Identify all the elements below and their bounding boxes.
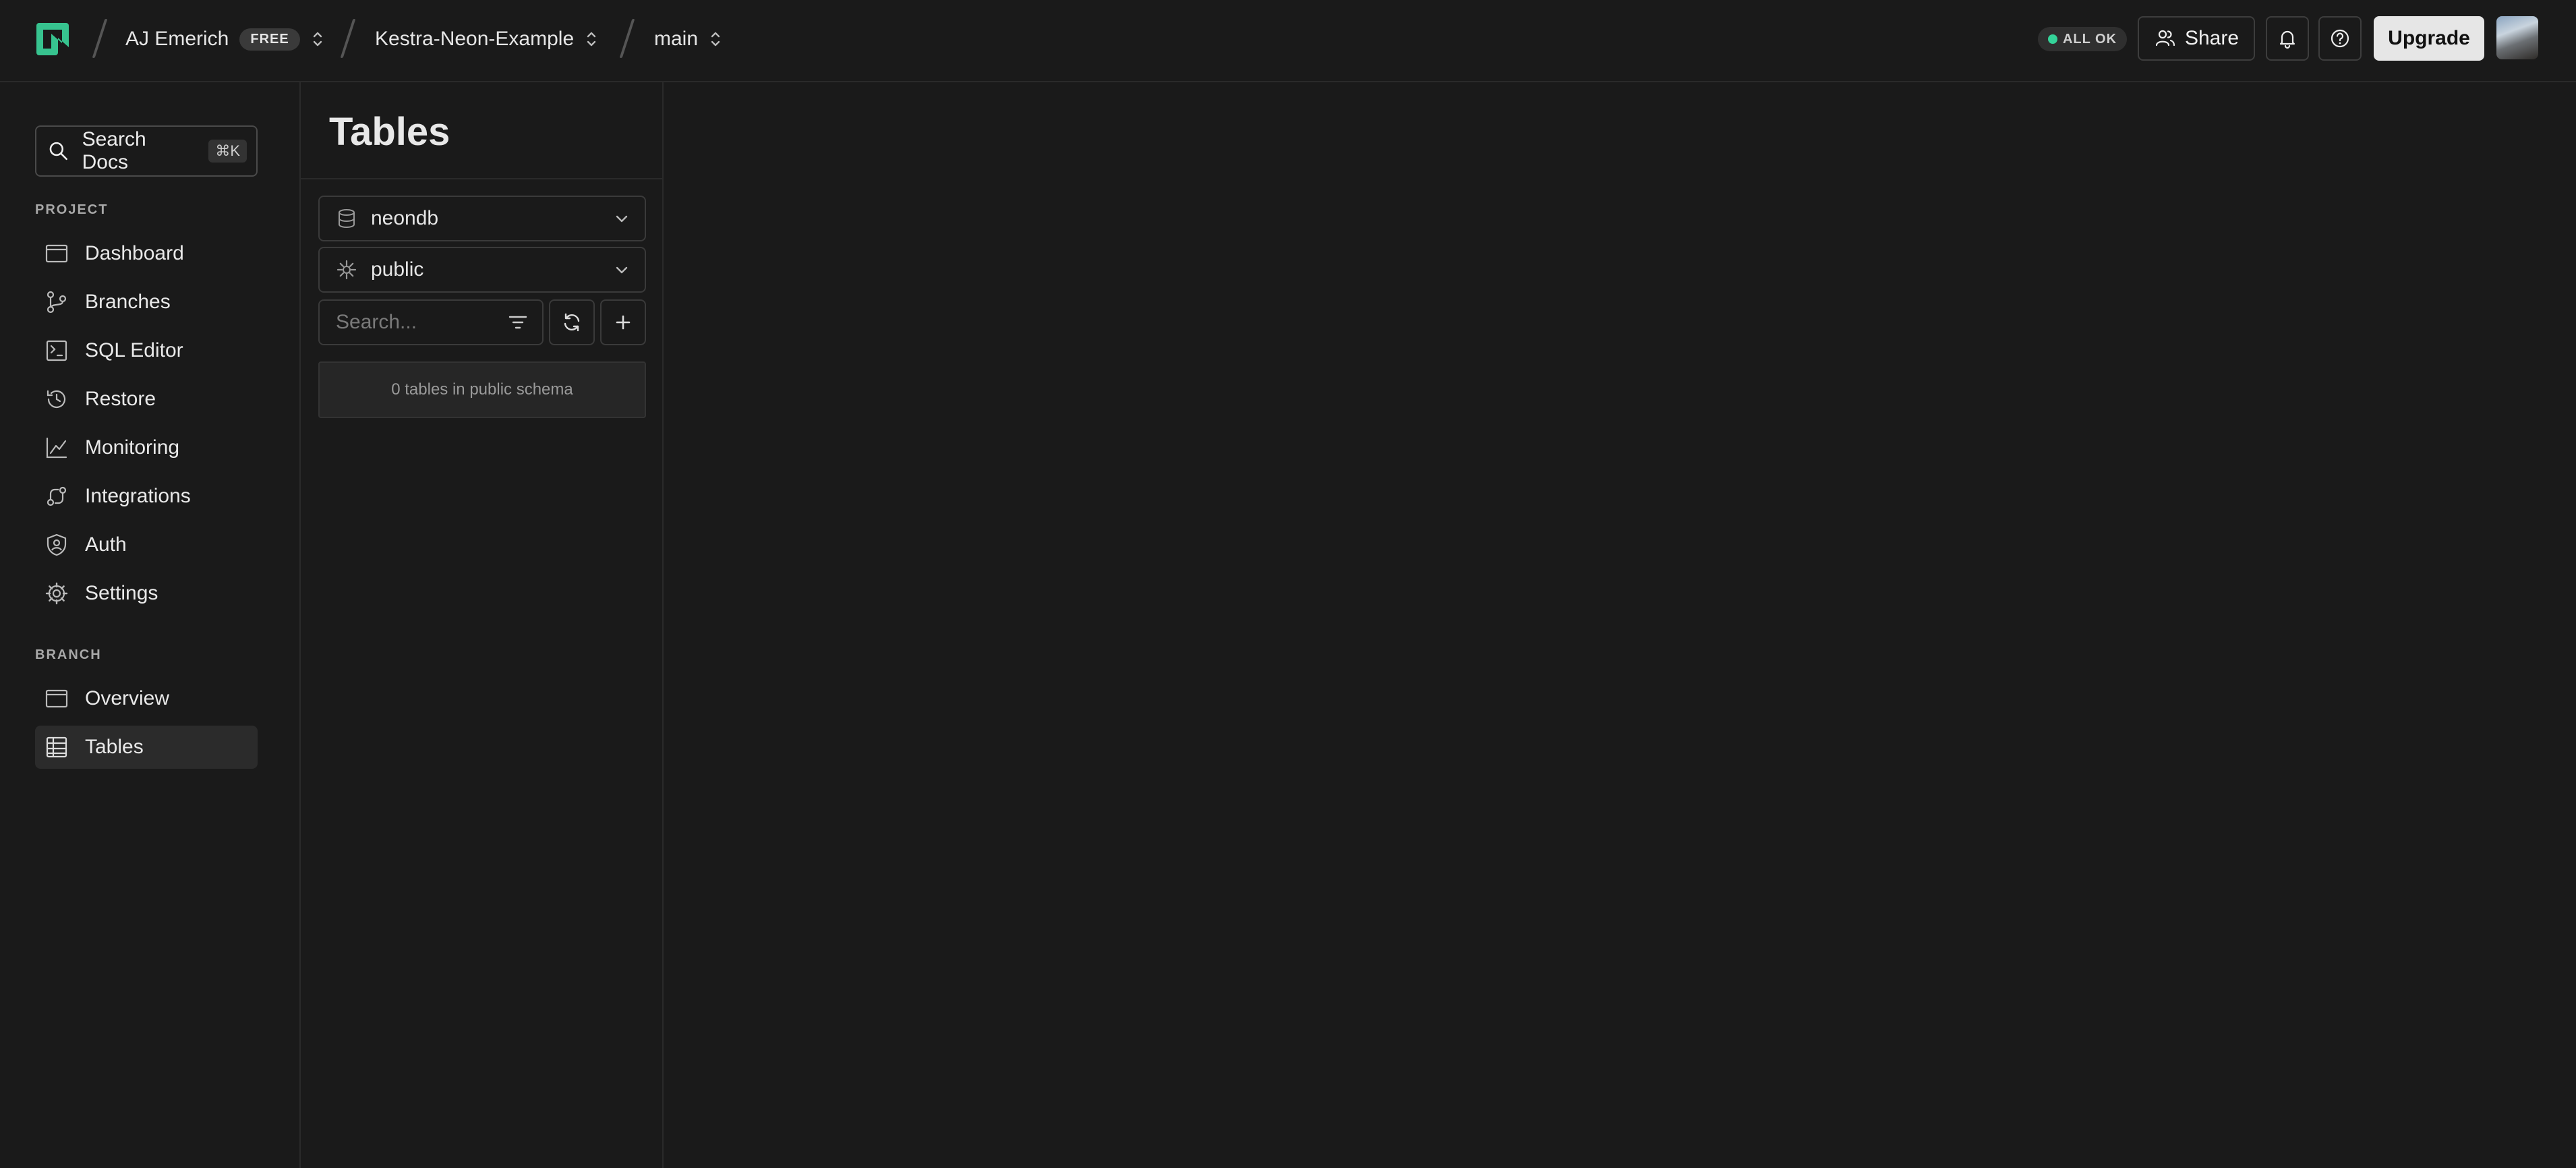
- sidebar-item-dashboard[interactable]: Dashboard: [35, 232, 258, 275]
- tables-panel-header: Tables: [301, 82, 662, 179]
- sidebar-item-label: Overview: [85, 687, 170, 709]
- chevron-down-icon: [616, 215, 628, 223]
- sidebar-item-tables[interactable]: Tables: [35, 726, 258, 769]
- refresh-icon: [564, 313, 580, 332]
- sidebar-item-label: Auth: [85, 533, 127, 556]
- project-section-label: PROJECT: [35, 202, 109, 217]
- notifications-button[interactable]: [2266, 16, 2309, 61]
- project-switcher[interactable]: Kestra-Neon-Example: [375, 26, 598, 53]
- upgrade-button[interactable]: Upgrade: [2374, 16, 2484, 61]
- breadcrumb-separator: [340, 19, 356, 58]
- org-switcher[interactable]: AJ Emerich FREE: [125, 26, 324, 53]
- status-badge[interactable]: ALL OK: [2038, 27, 2127, 51]
- sidebar-item-label: Tables: [85, 736, 144, 758]
- sidebar-item-label: Dashboard: [85, 242, 184, 264]
- page-title: Tables: [329, 110, 450, 154]
- chevron-updown-icon: [587, 32, 596, 47]
- sidebar-item-label: SQL Editor: [85, 339, 183, 361]
- overview-icon: [45, 689, 68, 708]
- avatar[interactable]: [2496, 16, 2538, 59]
- sidebar-item-label: Branches: [85, 291, 171, 313]
- sidebar: Search Docs ⌘K PROJECT Dashboard Branche…: [0, 82, 301, 1168]
- keyboard-shortcut: ⌘K: [208, 140, 247, 163]
- breadcrumb-separator: [619, 19, 635, 58]
- chevron-down-icon: [616, 266, 628, 274]
- branch-name: main: [654, 28, 699, 50]
- breadcrumb-separator: [92, 19, 108, 58]
- sidebar-item-sql-editor[interactable]: SQL Editor: [35, 329, 258, 372]
- org-name: AJ Emerich: [125, 28, 229, 50]
- sidebar-item-label: Settings: [85, 582, 158, 604]
- users-icon: [2155, 30, 2175, 47]
- share-button[interactable]: Share: [2138, 16, 2255, 61]
- restore-icon: [47, 390, 66, 408]
- dashboard-icon: [45, 244, 68, 263]
- sidebar-item-branches[interactable]: Branches: [35, 281, 258, 324]
- project-name: Kestra-Neon-Example: [375, 28, 575, 50]
- help-button[interactable]: [2318, 16, 2362, 61]
- empty-state-message: 0 tables in public schema: [318, 361, 646, 418]
- table-search-field: [318, 299, 544, 345]
- tables-icon: [46, 736, 67, 758]
- branch-section-label: BRANCH: [35, 647, 102, 662]
- search-docs-label: Search Docs: [82, 128, 146, 173]
- tables-panel: Tables neondb public Search... 0 tables …: [301, 82, 664, 1168]
- sql-editor-icon: [46, 340, 67, 361]
- top-bar: AJ Emerich FREE Kestra-Neon-Example main…: [0, 0, 2576, 82]
- refresh-button[interactable]: [549, 299, 595, 345]
- branches-icon: [47, 291, 67, 314]
- help-icon: [2331, 29, 2349, 48]
- search-docs-button[interactable]: Search Docs ⌘K: [35, 125, 258, 177]
- auth-icon: [47, 533, 67, 556]
- monitoring-icon: [46, 437, 67, 459]
- table-search-input[interactable]: [336, 311, 498, 334]
- sidebar-item-settings[interactable]: Settings: [35, 572, 258, 615]
- sidebar-item-label: Monitoring: [85, 436, 180, 459]
- search-icon: [49, 142, 67, 160]
- database-select-value: neondb: [371, 207, 439, 229]
- chevron-updown-icon: [313, 32, 322, 47]
- status-dot: [2047, 34, 2057, 44]
- status-text: ALL OK: [2062, 31, 2117, 47]
- sidebar-item-auth[interactable]: Auth: [35, 523, 258, 566]
- gear-icon: [45, 582, 68, 605]
- schema-icon: [336, 260, 357, 280]
- plan-badge: FREE: [239, 28, 300, 51]
- integrations-icon: [47, 486, 67, 506]
- sidebar-item-restore[interactable]: Restore: [35, 378, 258, 421]
- database-icon: [339, 209, 355, 228]
- database-select[interactable]: neondb: [318, 196, 646, 241]
- chevron-updown-icon: [711, 32, 720, 47]
- filter-icon[interactable]: [507, 312, 529, 333]
- schema-select-value: public: [371, 258, 424, 281]
- share-label: Share: [2184, 27, 2240, 49]
- add-table-button[interactable]: [600, 299, 646, 345]
- sidebar-item-monitoring[interactable]: Monitoring: [35, 426, 258, 469]
- sidebar-item-label: Restore: [85, 388, 156, 410]
- bell-icon: [2279, 30, 2295, 49]
- plus-icon: [616, 315, 631, 330]
- neon-logo-icon[interactable]: [34, 20, 71, 58]
- main-content: [664, 82, 2576, 1168]
- schema-select[interactable]: public: [318, 247, 646, 293]
- branch-switcher[interactable]: main: [654, 26, 722, 53]
- sidebar-item-overview[interactable]: Overview: [35, 677, 258, 720]
- sidebar-item-integrations[interactable]: Integrations: [35, 475, 258, 518]
- sidebar-item-label: Integrations: [85, 485, 191, 507]
